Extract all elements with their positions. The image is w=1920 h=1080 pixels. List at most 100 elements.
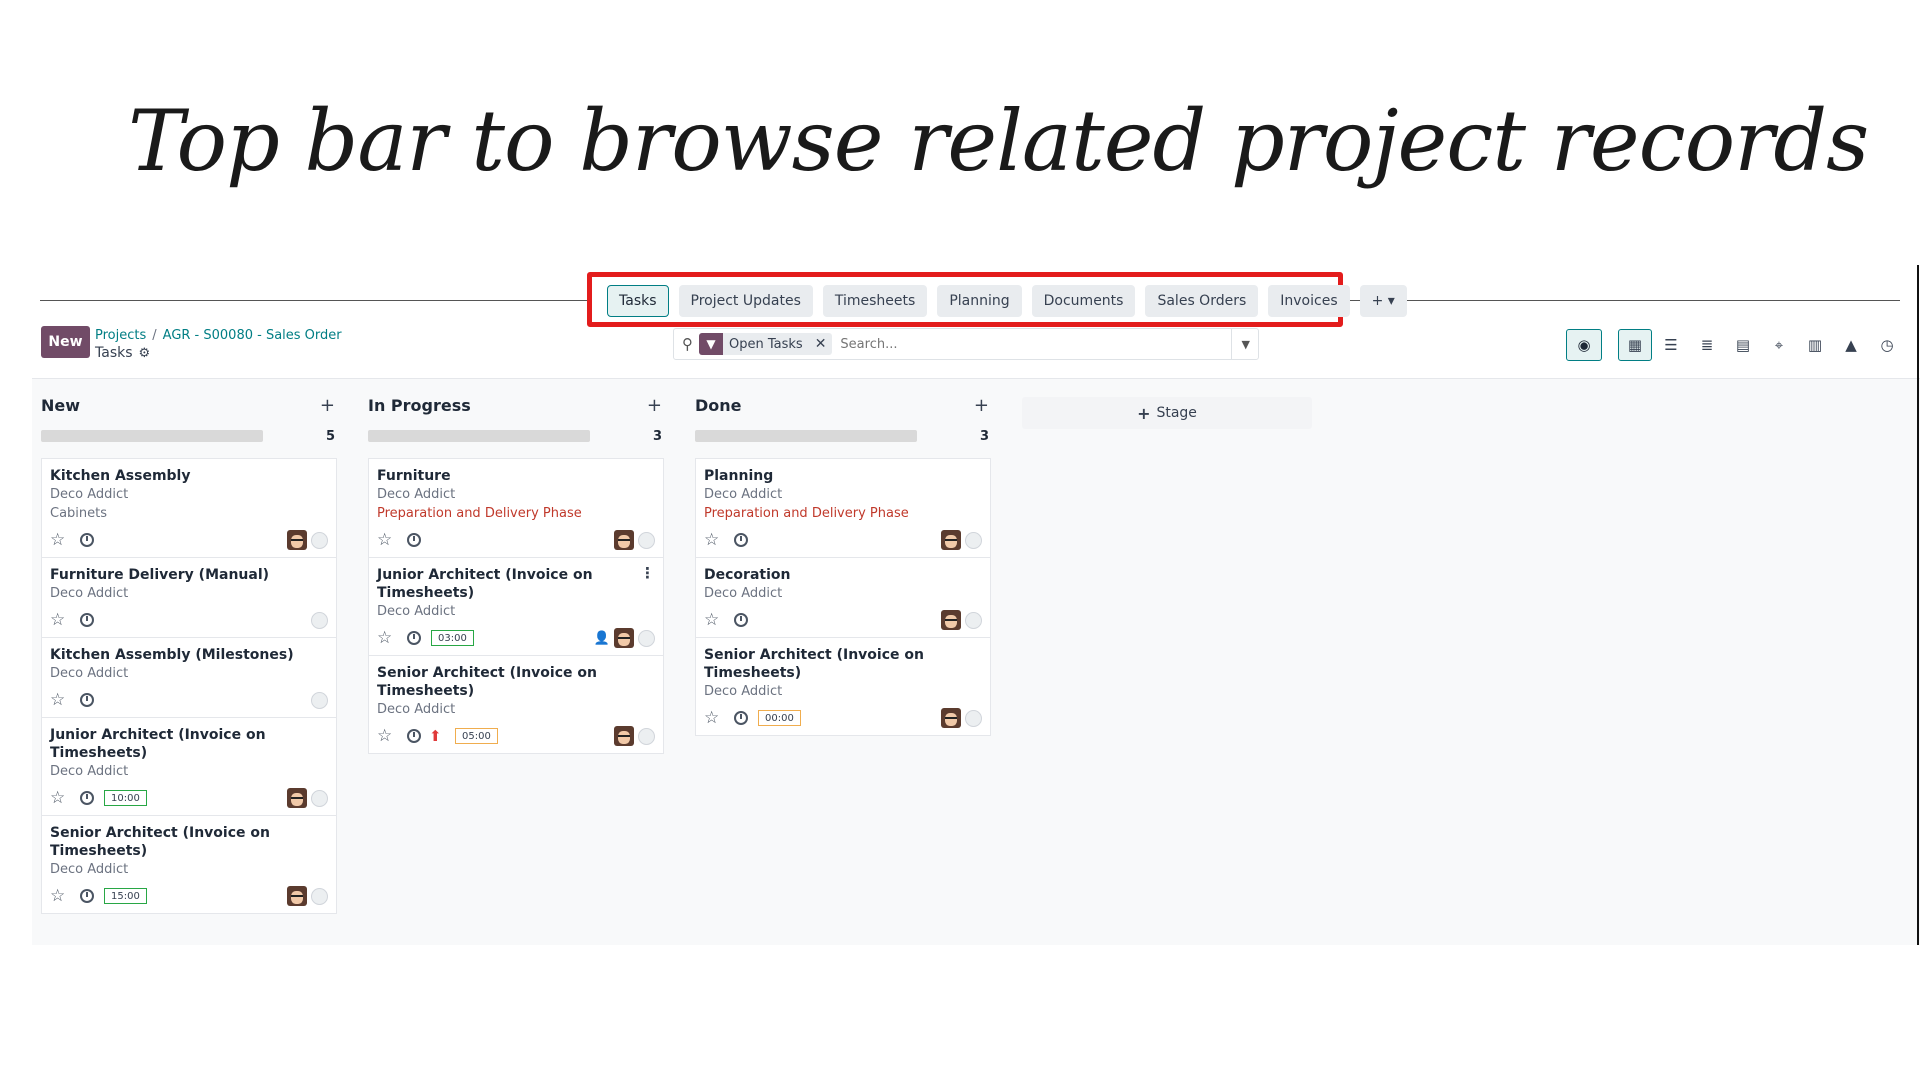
eye-icon[interactable]: ◉ <box>1566 329 1602 361</box>
upload-icon[interactable]: ⬆ <box>429 728 445 744</box>
quick-add-icon[interactable]: + <box>974 395 989 416</box>
task-card[interactable]: Kitchen Assembly (Milestones) Deco Addict… <box>41 638 337 718</box>
list-view-icon[interactable]: ☰ <box>1654 329 1688 361</box>
kanban-column: In Progress + 3 Furniture Deco Addict Prep… <box>368 393 664 754</box>
clock-icon[interactable] <box>407 533 421 547</box>
allocated-hours-badge: 05:00 <box>455 728 498 744</box>
star-icon[interactable]: ☆ <box>377 726 399 746</box>
avatar[interactable] <box>614 628 634 648</box>
avatar[interactable] <box>614 530 634 550</box>
task-state-icon[interactable] <box>965 531 982 549</box>
task-state-icon[interactable] <box>311 789 328 807</box>
task-title: Kitchen Assembly (Milestones) <box>50 647 294 663</box>
avatar[interactable] <box>614 726 634 746</box>
star-icon[interactable]: ☆ <box>377 628 399 648</box>
kanban-view-icon[interactable]: ▦ <box>1618 329 1652 361</box>
graph-view-icon[interactable]: ▲ <box>1834 329 1868 361</box>
task-card[interactable]: Furniture Deco Addict Preparation and Deli… <box>368 458 664 558</box>
task-state-icon[interactable] <box>638 629 655 647</box>
column-header: New + <box>41 393 337 417</box>
avatar[interactable] <box>941 708 961 728</box>
kanban-column: New + 5 Kitchen Assembly Deco Addict Cabin… <box>41 393 337 914</box>
relation-tab-timesheets[interactable]: Timesheets <box>822 285 928 317</box>
avatar[interactable] <box>287 530 307 550</box>
search-options-toggle-icon[interactable]: ▼ <box>1230 329 1250 359</box>
star-icon[interactable]: ☆ <box>377 530 399 550</box>
task-card[interactable]: Junior Architect (Invoice on Timesheets)… <box>41 718 337 816</box>
relation-tab-documents[interactable]: Documents <box>1031 285 1136 317</box>
column-count: 3 <box>979 428 989 444</box>
clock-icon[interactable] <box>734 711 748 725</box>
gear-icon[interactable]: ⚙ <box>139 346 151 361</box>
task-card[interactable]: Planning Deco Addict Preparation and Deliv… <box>695 458 991 558</box>
quick-add-icon[interactable]: + <box>647 395 662 416</box>
task-state-icon[interactable] <box>965 611 982 629</box>
relation-tab-project-updates[interactable]: Project Updates <box>678 285 813 317</box>
star-icon[interactable]: ☆ <box>50 886 72 906</box>
clock-icon[interactable] <box>407 729 421 743</box>
column-progress: 5 <box>41 428 337 444</box>
task-state-icon[interactable] <box>311 691 328 709</box>
star-icon[interactable]: ☆ <box>704 610 726 630</box>
clock-icon[interactable] <box>407 631 421 645</box>
relation-tab-planning[interactable]: Planning <box>937 285 1022 317</box>
slide-headline: Top bar to browse related project record… <box>128 92 1869 190</box>
breadcrumb-sales-order[interactable]: AGR - S00080 - Sales Order <box>163 328 342 343</box>
clock-icon[interactable] <box>80 613 94 627</box>
task-card[interactable]: ⋮ Junior Architect (Invoice on Timesheets… <box>368 558 664 656</box>
relation-more-dropdown[interactable]: + ▾ <box>1359 285 1407 317</box>
star-icon[interactable]: ☆ <box>50 610 72 630</box>
task-card[interactable]: Kitchen Assembly Deco Addict Cabinets ☆ <box>41 458 337 558</box>
task-state-icon[interactable] <box>311 887 328 905</box>
clock-icon[interactable] <box>734 613 748 627</box>
progress-bar[interactable] <box>368 430 590 442</box>
task-state-icon[interactable] <box>311 531 328 549</box>
task-card[interactable]: Senior Architect (Invoice on Timesheets)… <box>368 656 664 754</box>
pivot-view-icon[interactable]: ▥ <box>1798 329 1832 361</box>
avatar[interactable] <box>941 530 961 550</box>
task-card[interactable]: Furniture Delivery (Manual) Deco Addict ☆ <box>41 558 337 638</box>
search-icon[interactable]: ⚲ <box>682 335 693 353</box>
task-title: Planning <box>704 468 774 484</box>
progress-bar[interactable] <box>41 430 263 442</box>
task-card[interactable]: Senior Architect (Invoice on Timesheets)… <box>41 816 337 914</box>
avatar[interactable] <box>287 788 307 808</box>
star-icon[interactable]: ☆ <box>50 530 72 550</box>
clock-icon[interactable] <box>80 889 94 903</box>
breadcrumb-projects[interactable]: Projects <box>95 328 146 343</box>
relation-tab-tasks[interactable]: Tasks <box>607 285 669 317</box>
card-menu-icon[interactable]: ⋮ <box>640 564 655 582</box>
person-add-icon[interactable]: 👤 <box>594 631 610 646</box>
clock-icon[interactable] <box>734 533 748 547</box>
task-state-icon[interactable] <box>965 709 982 727</box>
clock-icon[interactable] <box>80 533 94 547</box>
star-icon[interactable]: ☆ <box>704 708 726 728</box>
calendar-view-icon[interactable]: ▤ <box>1726 329 1760 361</box>
column-header: Done + <box>695 393 991 417</box>
quick-add-icon[interactable]: + <box>320 395 335 416</box>
activity-list-view-icon[interactable]: ≣ <box>1690 329 1724 361</box>
relation-tab-invoices[interactable]: Invoices <box>1268 285 1350 317</box>
facet-close-icon[interactable]: ✕ <box>809 333 833 355</box>
task-state-icon[interactable] <box>638 727 655 745</box>
task-state-icon[interactable] <box>638 531 655 549</box>
avatar[interactable] <box>941 610 961 630</box>
clock-icon[interactable] <box>80 791 94 805</box>
task-card[interactable]: Decoration Deco Addict ☆ <box>695 558 991 638</box>
relation-tab-sales-orders[interactable]: Sales Orders <box>1145 285 1259 317</box>
clock-icon[interactable] <box>80 693 94 707</box>
column-title: New <box>41 395 81 415</box>
activity-view-icon[interactable]: ◷ <box>1870 329 1904 361</box>
search-input[interactable] <box>840 336 1231 352</box>
map-view-icon[interactable]: ⌖ <box>1762 329 1796 361</box>
new-task-button[interactable]: New <box>41 326 90 358</box>
avatar[interactable] <box>287 886 307 906</box>
card-footer: ☆ 10:00 <box>50 787 328 809</box>
progress-bar[interactable] <box>695 430 917 442</box>
star-icon[interactable]: ☆ <box>704 530 726 550</box>
star-icon[interactable]: ☆ <box>50 690 72 710</box>
task-state-icon[interactable] <box>311 611 328 629</box>
star-icon[interactable]: ☆ <box>50 788 72 808</box>
add-stage-button[interactable]: + Stage <box>1022 397 1312 429</box>
task-card[interactable]: Senior Architect (Invoice on Timesheets)… <box>695 638 991 736</box>
